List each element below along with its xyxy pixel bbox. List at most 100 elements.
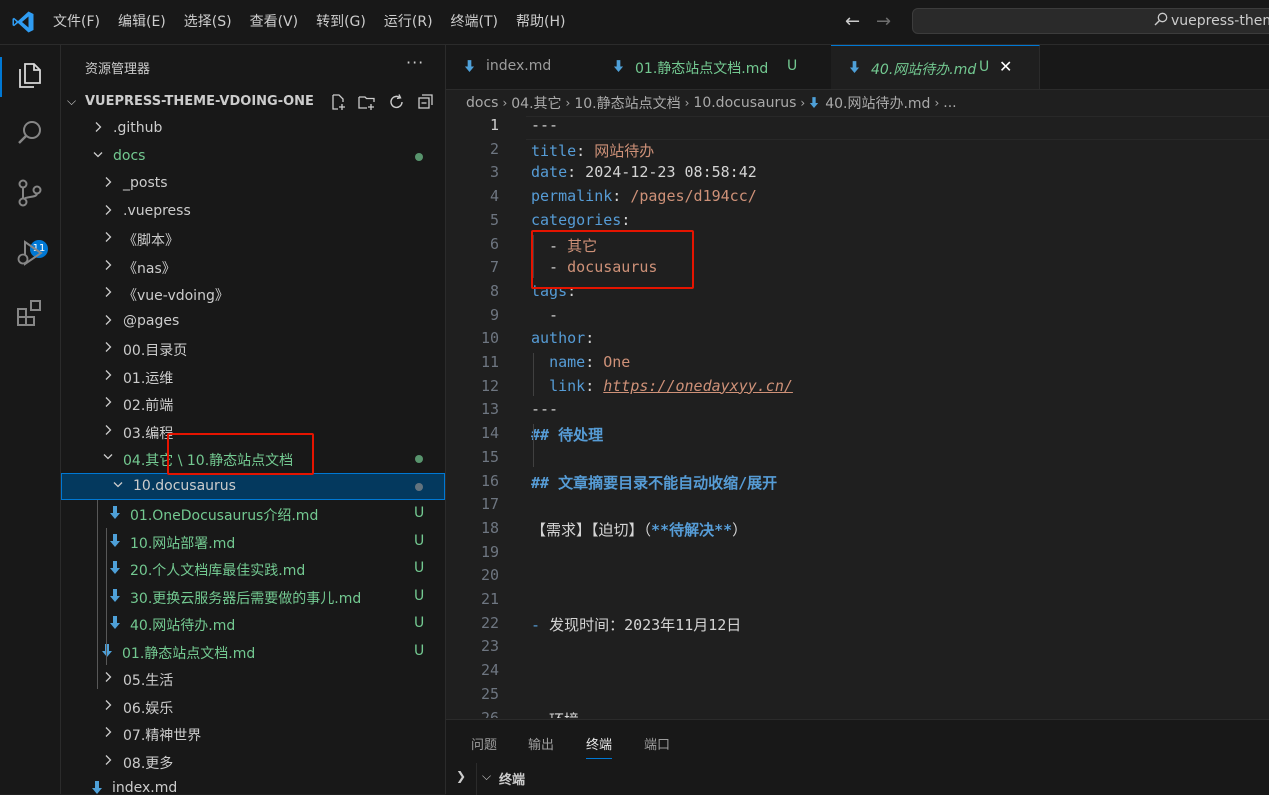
back-arrow-icon[interactable]: ← [845,11,860,32]
folder-item[interactable]: .vuepress [61,198,445,225]
collapse-all-icon[interactable] [417,93,435,111]
project-header[interactable]: ⌵ VUEPRESS-THEME-VDOING-ONE [61,91,445,113]
file-item[interactable]: 20.个人文档库最佳实践.md U [61,555,445,582]
markdown-file-icon [110,561,120,574]
code-text: 环境 [531,709,579,719]
project-name: VUEPRESS-THEME-VDOING-ONE [85,94,314,109]
folder-item[interactable]: 06.娱乐 [61,693,445,720]
folder-item[interactable]: @pages [61,308,445,335]
new-file-icon[interactable] [329,93,347,111]
command-center-search[interactable]: vuepress-them [912,8,1269,34]
explorer-files-icon[interactable] [14,59,46,91]
breadcrumb-item[interactable]: 10.docusaurus [693,95,796,111]
close-icon[interactable]: ✕ [999,57,1012,76]
folder-item[interactable]: .github [61,115,445,142]
code-line: 17 [446,493,1269,517]
tree-item-label: 30.更换云服务器后需要做的事儿.md [130,590,362,607]
line-number: 19 [480,542,499,561]
file-item[interactable]: 10.网站部署.md U [61,528,445,555]
breadcrumb-separator-icon: › [502,96,508,110]
folder-item[interactable]: _posts [61,170,445,197]
folder-item[interactable]: 08.更多 [61,748,445,775]
editor-tab[interactable]: 01.静态站点文档.md U [595,45,832,89]
indent-guide [533,424,534,468]
menu-item[interactable]: 编辑(E) [109,0,175,44]
terminal-section-header[interactable]: ❯ ⌵ 终端 [446,763,1269,795]
search-icon[interactable] [14,117,46,149]
folder-item[interactable]: docs [61,143,445,170]
file-item[interactable]: index.md [61,775,445,794]
tree-item-label: index.md [112,780,178,794]
folder-item[interactable]: 《vue-vdoing》 [61,280,445,307]
line-number: 22 [480,613,499,632]
editor-tab-bar: index.md 01.静态站点文档.md U 40.网站待办.md U ✕ [446,45,1269,90]
panel-tab[interactable]: 端口 [644,734,670,753]
breadcrumb-item[interactable]: 04.其它 [511,93,561,113]
code-text: --- [531,116,558,134]
tree-item-label: 01.运维 [123,370,174,387]
file-item[interactable]: 30.更换云服务器后需要做的事儿.md U [61,583,445,610]
markdown-file-icon [110,506,120,519]
panel-tab[interactable]: 输出 [528,734,554,753]
refresh-icon[interactable] [388,93,406,111]
file-item[interactable]: 01.OneDocusaurus介绍.md U [61,500,445,527]
search-icon [1154,12,1168,26]
folder-item[interactable]: 05.生活 [61,665,445,692]
folder-item[interactable]: 07.精神世界 [61,720,445,747]
explorer-sidebar: 资源管理器 ··· ⌵ VUEPRESS-THEME-VDOING-ONE .g… [61,45,446,794]
markdown-file-icon [464,60,475,72]
git-status-dot [415,152,423,161]
code-token: : [585,376,604,395]
markdown-file-icon [110,616,120,629]
forward-arrow-icon[interactable]: → [876,11,891,32]
folder-item[interactable]: 10.docusaurus [61,472,445,500]
menu-item[interactable]: 转到(G) [307,0,375,44]
tree-item-label: 《脚本》 [123,233,179,249]
menu-item[interactable]: 终端(T) [442,0,507,44]
folder-item[interactable]: 《nas》 [61,253,445,280]
panel-tab[interactable]: 终端 [586,734,613,759]
editor-tab[interactable]: index.md [446,45,596,89]
breadcrumb-item[interactable]: ... [943,95,956,111]
file-item[interactable]: 01.静态站点文档.md U [61,638,445,665]
breadcrumb-item[interactable]: docs [466,95,498,111]
code-link[interactable]: https://onedayxyy.cn/ [603,377,793,395]
bottom-panel: 问题 输出 终端 端口 ❯ ⌵ 终端 [446,719,1269,795]
folder-item[interactable]: 01.运维 [61,363,445,390]
breadcrumb-item[interactable]: 40.网站待办.md [825,93,930,113]
folder-item[interactable]: 02.前端 [61,390,445,417]
menu-item[interactable]: 帮助(H) [507,0,574,44]
folder-item[interactable]: 《脚本》 [61,225,445,252]
chevron-down-icon [93,151,103,157]
chevron-right-icon[interactable]: ❯ [456,769,466,783]
menu-bar: 文件(F) 编辑(E) 选择(S) 查看(V) 转到(G) 运行(R) 终端(T) 帮助(H) [44,0,574,44]
chevron-down-icon [103,454,113,460]
folder-item[interactable]: 00.目录页 [61,335,445,362]
chevron-down-icon: ⌵ [67,94,77,108]
menu-item[interactable]: 运行(R) [375,0,442,44]
menu-item[interactable]: 文件(F) [44,0,109,44]
run-debug-icon[interactable] [14,237,46,269]
extensions-icon[interactable] [14,297,46,329]
source-control-icon[interactable] [14,177,46,209]
code-token: : [585,353,604,371]
tree-item-label: 07.精神世界 [123,728,202,744]
breadcrumb-item[interactable]: 10.静态站点文档 [574,93,680,113]
menu-item[interactable]: 查看(V) [241,0,308,44]
line-number: 9 [489,305,499,324]
code-editor[interactable]: 1 --- 2 title: 网站待办 3 date: 2024-12-23 08:58:… [446,114,1269,718]
more-actions-button[interactable]: ··· [406,53,424,72]
code-text: - [531,306,558,324]
code-text: date: 2024-12-23 08:58:42 [531,163,757,181]
line-number: 4 [489,187,499,206]
menu-item[interactable]: 选择(S) [175,0,241,44]
code-token: link [549,376,586,395]
editor-tab[interactable]: 40.网站待办.md U ✕ [831,45,1040,89]
tab-label: 01.静态站点文档.md [635,61,769,77]
panel-tab[interactable]: 问题 [471,734,497,753]
code-token: : [621,210,631,229]
chevron-right-icon [95,122,102,132]
file-item[interactable]: 40.网站待办.md U [61,610,445,637]
new-folder-icon[interactable] [358,93,376,111]
code-line: 24 [446,659,1269,683]
